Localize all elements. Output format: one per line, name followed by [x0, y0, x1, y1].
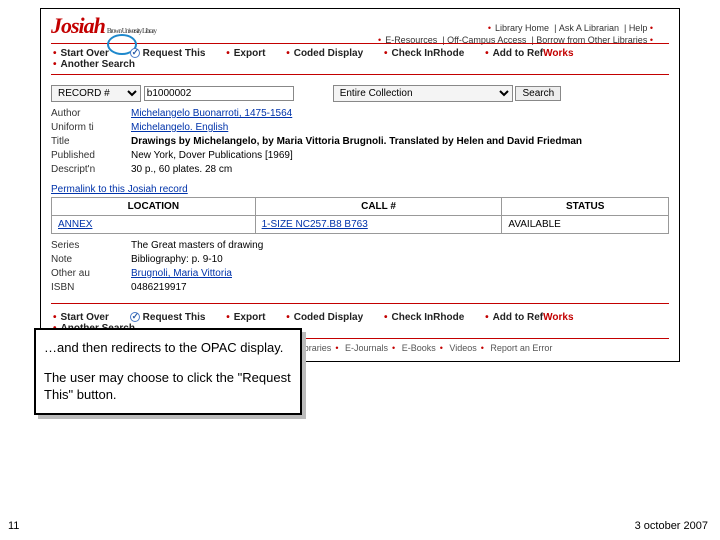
search-scope-select[interactable]: Entire Collection — [333, 85, 513, 102]
link-library-home[interactable]: Library Home — [495, 23, 549, 33]
title-text: Drawings by Michelangelo, by Maria Vitto… — [131, 136, 582, 147]
label-published: Published — [51, 150, 131, 161]
opac-window: JosiahBrown University Library •Library … — [40, 8, 680, 362]
action-nav: •Start Over Request This •Export •Coded … — [51, 43, 669, 75]
table-row: ANNEX 1-SIZE NC257.B8 B763 AVAILABLE — [52, 216, 669, 234]
author-link[interactable]: Michelangelo Buonarroti, 1475-1564 — [131, 108, 292, 119]
label-title: Title — [51, 136, 131, 147]
descript-text: 30 p., 60 plates. 28 cm — [131, 164, 232, 175]
label-note: Note — [51, 254, 131, 265]
published-text: New York, Dover Publications [1969] — [131, 150, 293, 161]
label-other-au: Other au — [51, 268, 131, 279]
permalink-link[interactable]: Permalink to this Josiah record — [51, 184, 188, 195]
extra-fields: SeriesThe Great masters of drawing NoteB… — [51, 240, 669, 293]
call-link[interactable]: 1-SIZE NC257.B8 B763 — [262, 219, 368, 230]
uniform-link[interactable]: Michelangelo. English — [131, 122, 228, 133]
col-location: LOCATION — [52, 198, 256, 216]
link-help[interactable]: Help — [629, 23, 648, 33]
header-bar: JosiahBrown University Library •Library … — [51, 13, 669, 39]
nav2-start-over[interactable]: •Start Over — [53, 312, 109, 323]
nav-add-refworks[interactable]: •Add to RefWorks — [485, 48, 573, 59]
nav2-export[interactable]: •Export — [226, 312, 265, 323]
link-ask-librarian[interactable]: Ask A Librarian — [559, 23, 619, 33]
note-text: Bibliography: p. 9-10 — [131, 254, 223, 265]
label-uniform: Uniform ti — [51, 122, 131, 133]
nav2-coded-display[interactable]: •Coded Display — [286, 312, 363, 323]
search-row: RECORD # Entire Collection Search — [51, 85, 669, 102]
search-type-select[interactable]: RECORD # — [51, 85, 141, 102]
status-text: AVAILABLE — [502, 216, 669, 234]
check-icon — [130, 312, 140, 322]
other-au-link[interactable]: Brugnoli, Maria Vittoria — [131, 268, 232, 279]
callout-p2: The user may choose to click the "Reques… — [44, 370, 292, 403]
footer-ebooks[interactable]: E-Books — [402, 343, 436, 353]
footer-ejournals[interactable]: E-Journals — [345, 343, 388, 353]
label-series: Series — [51, 240, 131, 251]
annotation-callout: …and then redirects to the OPAC display.… — [34, 328, 302, 415]
label-isbn: ISBN — [51, 282, 131, 293]
search-query-input[interactable] — [144, 86, 294, 101]
top-links: •Library Home | Ask A Librarian | Help •… — [378, 23, 657, 45]
isbn-text: 0486219917 — [131, 282, 187, 293]
nav2-check-inrhode[interactable]: •Check InRhode — [384, 312, 464, 323]
search-button[interactable]: Search — [515, 86, 561, 101]
col-status: STATUS — [502, 198, 669, 216]
nav-start-over[interactable]: •Start Over — [53, 48, 109, 59]
label-author: Author — [51, 108, 131, 119]
col-call: CALL # — [255, 198, 502, 216]
nav-another-search[interactable]: •Another Search — [53, 59, 135, 70]
slide-number: 11 — [8, 520, 19, 532]
nav-check-inrhode[interactable]: •Check InRhode — [384, 48, 464, 59]
footer-report[interactable]: Report an Error — [490, 343, 552, 353]
nav2-add-refworks[interactable]: •Add to RefWorks — [485, 312, 573, 323]
record-fields: AuthorMichelangelo Buonarroti, 1475-1564… — [51, 108, 669, 175]
series-text: The Great masters of drawing — [131, 240, 263, 251]
nav2-request-this[interactable]: Request This — [130, 312, 206, 323]
holdings-table: LOCATION CALL # STATUS ANNEX 1-SIZE NC25… — [51, 197, 669, 234]
callout-p1: …and then redirects to the OPAC display. — [44, 340, 292, 356]
location-link[interactable]: ANNEX — [58, 219, 92, 230]
nav-request-this[interactable]: Request This — [130, 48, 206, 59]
nav-export[interactable]: •Export — [226, 48, 265, 59]
label-descript: Descript'n — [51, 164, 131, 175]
logo: JosiahBrown University Library — [51, 13, 156, 38]
nav-coded-display[interactable]: •Coded Display — [286, 48, 363, 59]
footer-videos[interactable]: Videos — [449, 343, 476, 353]
check-icon — [130, 48, 140, 58]
slide-date: 3 october 2007 — [635, 520, 708, 532]
